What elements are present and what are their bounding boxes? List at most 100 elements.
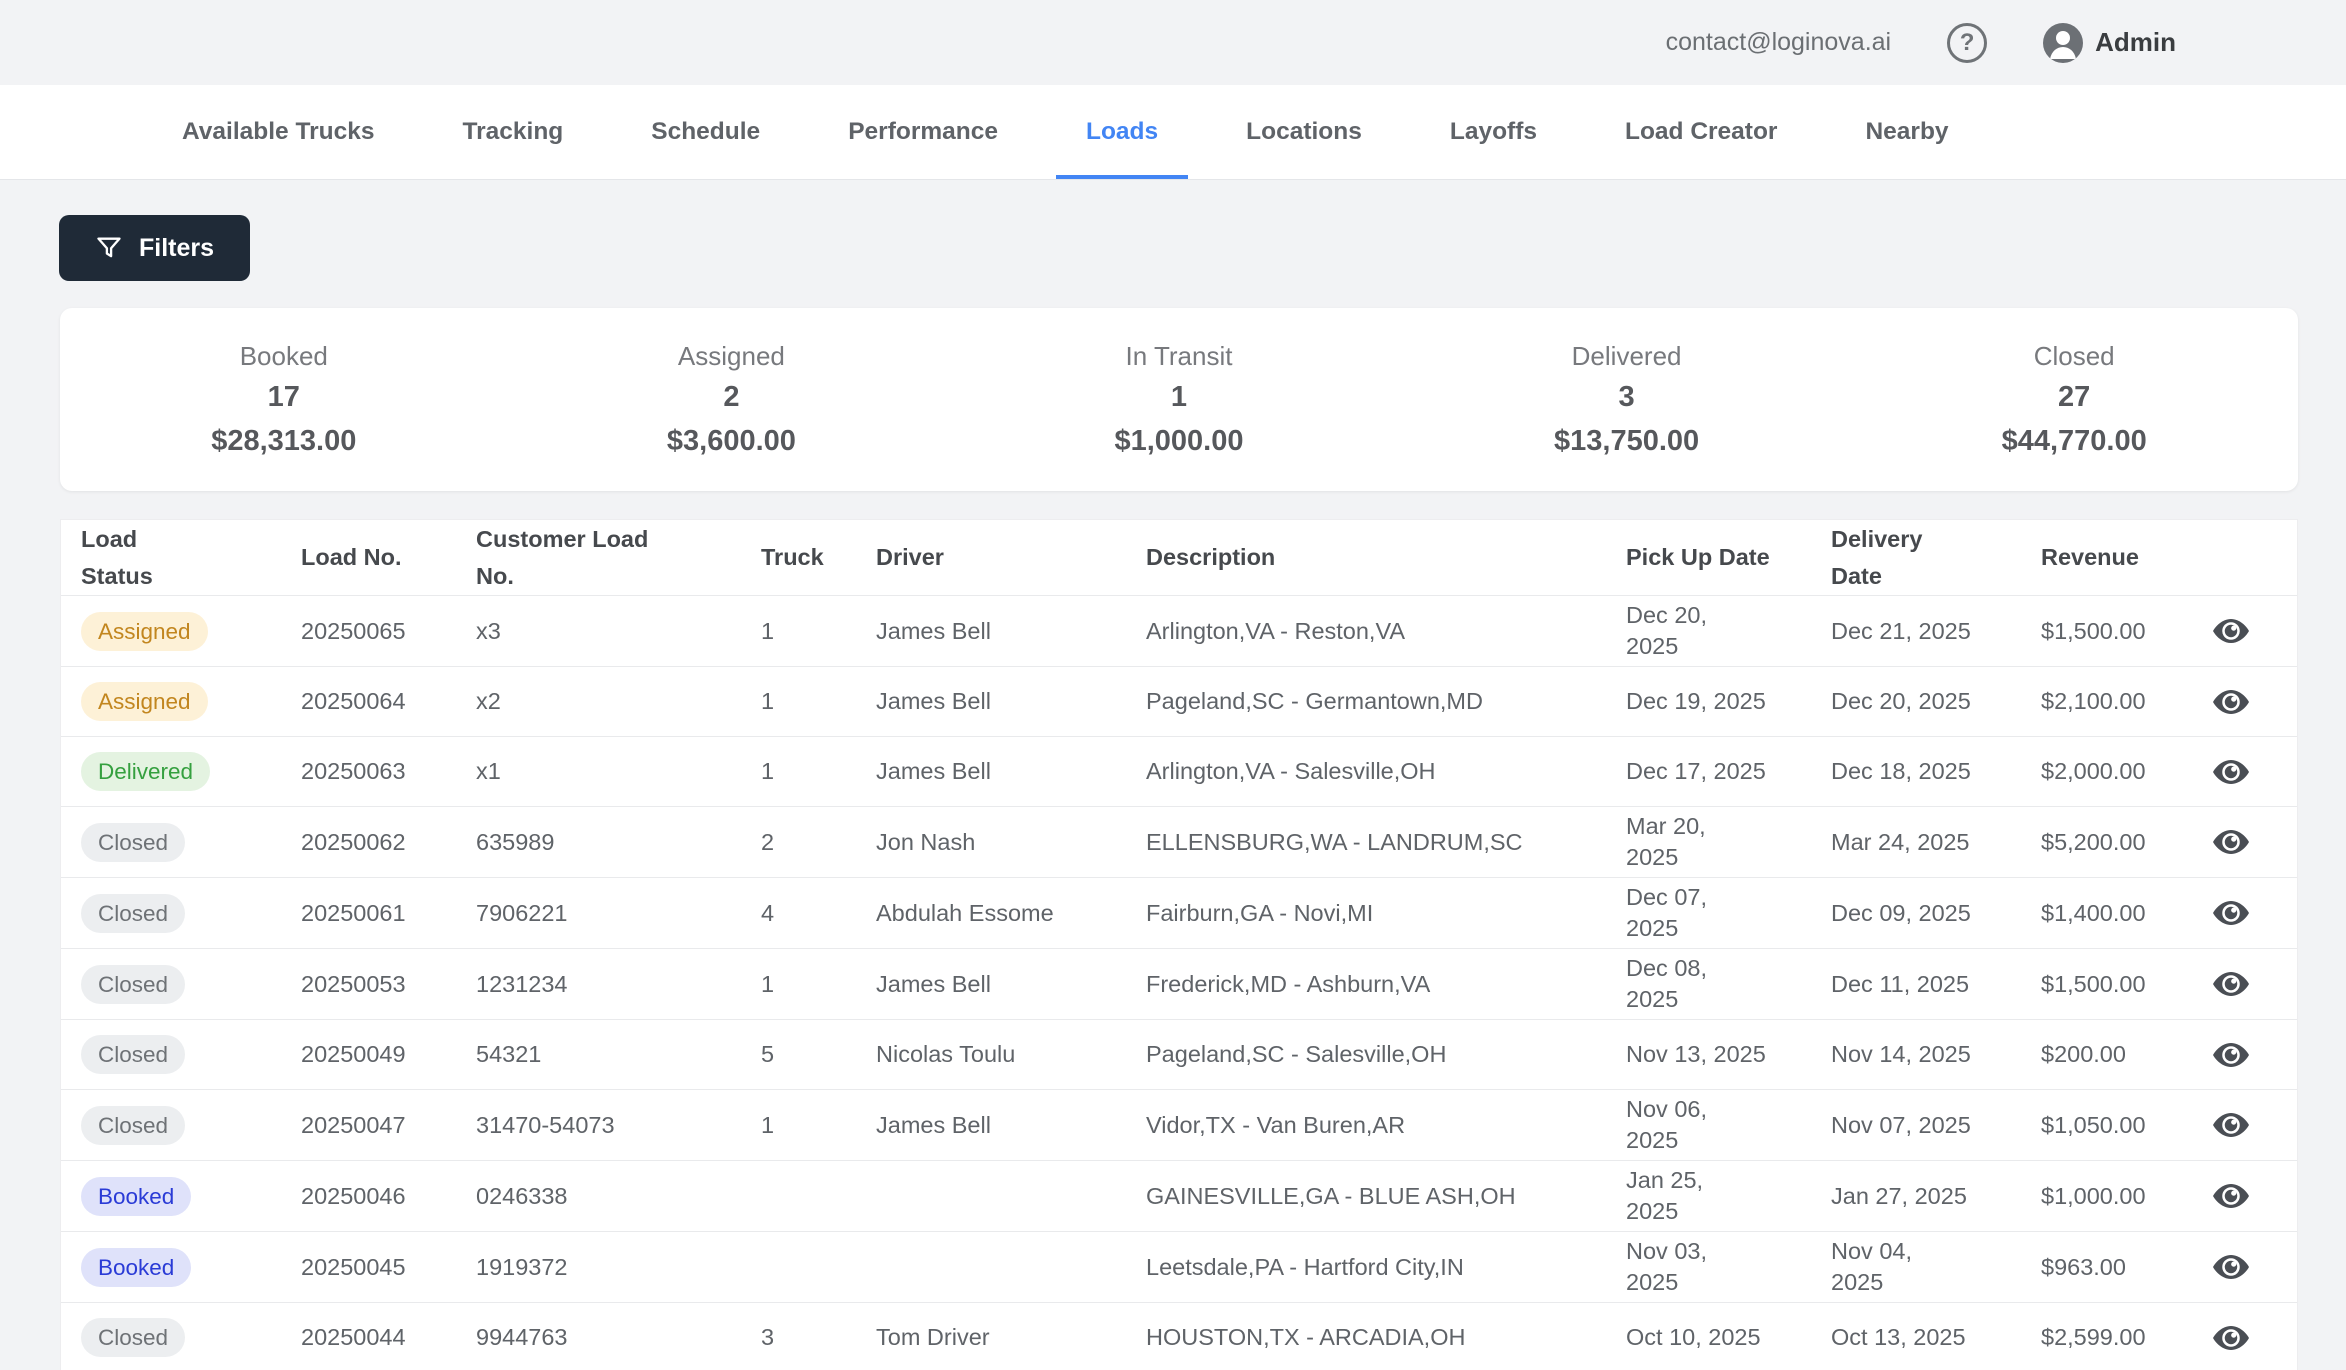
tab-locations[interactable]: Locations [1216, 85, 1392, 179]
view-load-button[interactable] [2201, 1105, 2261, 1145]
column-header: Load No. [301, 544, 402, 571]
filters-label: Filters [139, 233, 215, 262]
view-load-button[interactable] [2201, 893, 2261, 933]
column-header: Description [1146, 544, 1276, 571]
table-header-row: Load Status Load No. Customer Load No. T… [61, 520, 2297, 596]
cell-load-no: 20250044 [301, 1324, 406, 1350]
cell-pickup-date: Dec 19, 2025 [1626, 688, 1766, 714]
table-row: Assigned 20250064 x2 1 James Bell Pagela… [61, 667, 2297, 737]
column-header: Pick Up Date [1626, 544, 1770, 571]
top-header: contact@loginova.ai ? Admin [0, 0, 2346, 85]
cell-revenue: $1,500.00 [2041, 970, 2146, 997]
cell-load-status: Closed [81, 893, 301, 933]
question-mark-icon: ? [1959, 28, 1975, 56]
cell-actions [2201, 1176, 2289, 1216]
cell-description: Pageland,SC - Salesville,OH [1146, 1041, 1447, 1067]
cell-delivery-date: Dec 20, 2025 [1831, 688, 1971, 714]
filters-button[interactable]: Filters [59, 215, 251, 281]
cell-truck: 1 [761, 970, 775, 997]
table-row: Booked 20250045 1919372 Leetsdale,PA - H… [61, 1232, 2297, 1303]
view-load-button[interactable] [2201, 682, 2261, 722]
view-load-button[interactable] [2201, 1318, 2261, 1358]
column-header: Revenue [2041, 544, 2139, 571]
view-load-button[interactable] [2201, 1247, 2261, 1287]
cell-load-no: 20250065 [301, 617, 406, 644]
summary-count: 27 [2058, 381, 2091, 413]
column-header: Driver [876, 544, 944, 571]
tab-available-trucks[interactable]: Available Trucks [152, 85, 404, 179]
tab-tracking[interactable]: Tracking [432, 85, 593, 179]
view-load-button[interactable] [2201, 964, 2261, 1004]
column-header: Truck [761, 544, 824, 571]
cell-description: Leetsdale,PA - Hartford City,IN [1146, 1253, 1464, 1280]
tab-schedule[interactable]: Schedule [621, 85, 790, 179]
cell-revenue: $1,050.00 [2041, 1111, 2146, 1138]
funnel-icon [97, 237, 121, 258]
table-row: Closed 20250044 9944763 3 Tom Driver HOU… [61, 1303, 2297, 1370]
cell-description: Arlington,VA - Salesville,OH [1146, 758, 1436, 784]
cell-load-status: Closed [81, 964, 301, 1004]
cell-customer-load-no: x1 [476, 758, 501, 784]
cell-driver: James Bell [876, 970, 991, 997]
help-button[interactable]: ? [1947, 22, 1988, 63]
status-badge: Assigned [81, 682, 208, 721]
cell-load-status: Closed [81, 1035, 301, 1074]
view-load-button[interactable] [2201, 822, 2261, 862]
summary-amount: $44,770.00 [2001, 425, 2147, 457]
tab-load-creator[interactable]: Load Creator [1595, 85, 1807, 179]
table-row: Closed 20250049 54321 5 Nicolas Toulu Pa… [61, 1020, 2297, 1090]
view-load-button[interactable] [2201, 752, 2261, 792]
cell-revenue: $2,100.00 [2041, 688, 2146, 714]
tab-performance[interactable]: Performance [818, 85, 1028, 179]
summary-count: 2 [723, 381, 740, 413]
table-row: Delivered 20250063 x1 1 James Bell Arlin… [61, 737, 2297, 807]
cell-driver: James Bell [876, 617, 991, 644]
view-load-button[interactable] [2201, 1176, 2261, 1216]
summary-label: Booked [239, 341, 328, 371]
table-row: Closed 20250061 7906221 4 Abdulah Essome… [61, 878, 2297, 949]
cell-driver: James Bell [876, 1111, 991, 1138]
summary-count: 1 [1170, 381, 1188, 413]
cell-actions [2201, 682, 2289, 722]
summary-item: Delivered 3 $13,750.00 [1403, 341, 1851, 458]
eye-icon [2213, 1113, 2249, 1137]
tab-layoffs[interactable]: Layoffs [1420, 85, 1567, 179]
cell-description: HOUSTON,TX - ARCADIA,OH [1146, 1324, 1466, 1350]
cell-driver: James Bell [876, 758, 991, 784]
cell-actions [2201, 893, 2289, 933]
column-header: Customer Load No. [476, 526, 649, 589]
status-badge: Closed [81, 964, 186, 1004]
cell-delivery-date: Dec 21, 2025 [1831, 617, 1971, 644]
cell-delivery-date: Jan 27, 2025 [1831, 1182, 1967, 1209]
tab-loads[interactable]: Loads [1055, 85, 1189, 179]
cell-revenue: $1,500.00 [2041, 617, 2146, 644]
tab-label: Layoffs [1449, 118, 1537, 145]
table-row: Closed 20250062 635989 2 Jon Nash ELLENS… [61, 807, 2297, 878]
eye-icon [2213, 759, 2249, 784]
cell-actions [2201, 752, 2289, 792]
cell-delivery-date: Oct 13, 2025 [1831, 1324, 1966, 1350]
summary-item: In Transit 1 $1,000.00 [955, 341, 1403, 458]
cell-pickup-date: Nov 13, 2025 [1626, 1041, 1766, 1067]
status-badge: Delivered [81, 752, 211, 791]
user-menu[interactable]: Admin [2043, 22, 2176, 63]
table-row: Closed 20250053 1231234 1 James Bell Fre… [61, 949, 2297, 1020]
eye-icon [2213, 1325, 2249, 1350]
tab-label: Locations [1246, 118, 1362, 145]
cell-truck: 1 [761, 1111, 775, 1138]
cell-pickup-date: Mar 20, 2025 [1626, 813, 1706, 870]
view-load-button[interactable] [2201, 1035, 2261, 1075]
cell-truck: 2 [761, 828, 775, 855]
eye-icon [2213, 689, 2249, 714]
cell-customer-load-no: 635989 [476, 828, 555, 855]
tab-nearby[interactable]: Nearby [1835, 85, 1978, 179]
eye-icon [2213, 830, 2249, 854]
status-badge: Closed [81, 893, 186, 933]
loads-table: Load Status Load No. Customer Load No. T… [60, 519, 2298, 1370]
cell-description: Frederick,MD - Ashburn,VA [1146, 970, 1431, 997]
load-summary-card: Booked 17 $28,313.00 Assigned 2 $3,600.0… [60, 308, 2298, 491]
summary-label: Assigned [677, 341, 785, 371]
view-load-button[interactable] [2201, 611, 2261, 651]
cell-customer-load-no: 1919372 [476, 1253, 568, 1280]
cell-load-status: Closed [81, 822, 301, 862]
